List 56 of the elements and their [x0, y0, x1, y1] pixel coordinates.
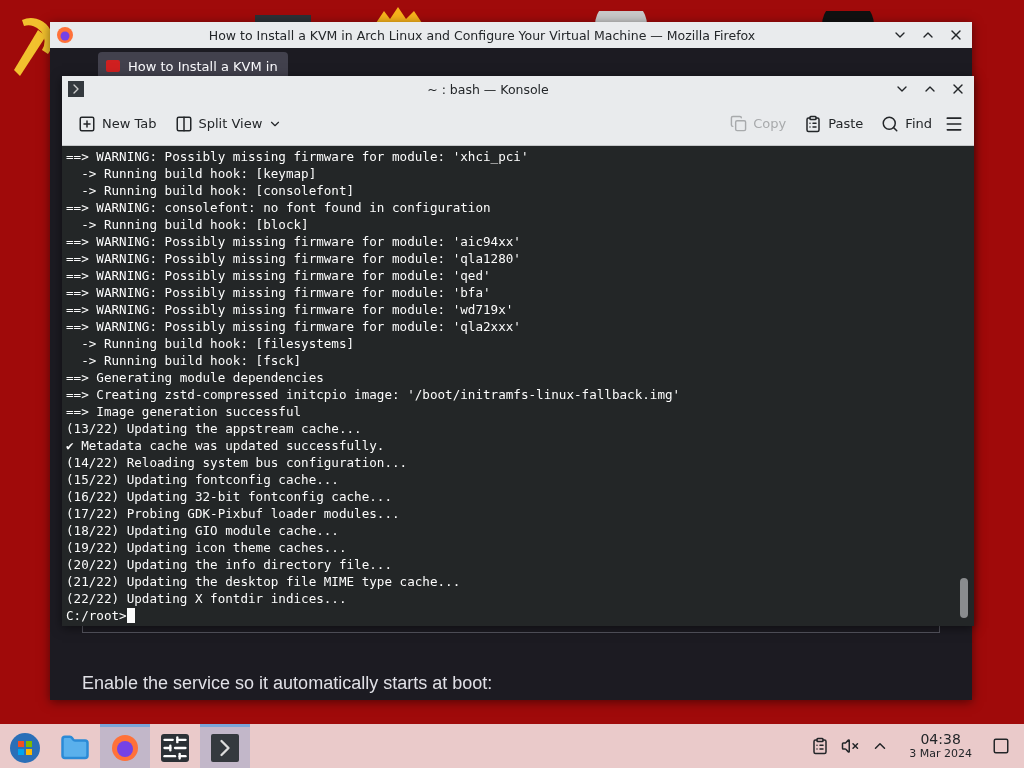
terminal-line: (19/22) Updating icon theme caches...: [66, 539, 348, 556]
terminal-line: (20/22) Updating the info directory file...: [66, 556, 394, 573]
terminal-line: ==> WARNING: Possibly missing firmware for module: 'xhci_pci': [66, 148, 530, 165]
window-title: ~ : bash — Konsole: [426, 81, 550, 97]
sliders-icon: [161, 733, 189, 762]
terminal-line: ==> Generating module dependencies: [66, 369, 325, 386]
terminal-line: (16/22) Updating 32-bit fontconfig cache...: [66, 488, 394, 505]
terminal-line: ==> WARNING: Possibly missing firmware for module: 'wd719x': [66, 301, 515, 318]
taskbar-item[interactable]: [200, 724, 250, 768]
terminal-line: ==> Creating zstd-compressed initcpio image: '/boot/initramfs-linux-fallback.img': [66, 386, 682, 403]
newtab-button[interactable]: New Tab: [72, 110, 163, 137]
scrollbar-thumb[interactable]: [960, 578, 968, 618]
paste-button[interactable]: Paste: [798, 110, 870, 137]
terminal-line: ✔ Metadata cache was updated successfully.: [66, 437, 386, 454]
terminal-line: ==> WARNING: consolefont: no font found in configuration: [66, 199, 492, 216]
start-orb-icon: [9, 731, 41, 764]
terminal-line: ==> WARNING: Possibly missing firmware for module: 'bfa': [66, 284, 492, 301]
terminal-line: (13/22) Updating the appstream cache...: [66, 420, 363, 437]
find-button[interactable]: Find: [875, 110, 938, 137]
favicon-icon: [106, 60, 120, 72]
clock-time[interactable]: 04:38: [920, 732, 961, 747]
new-tab-icon: [78, 114, 96, 133]
browser-icon: [110, 732, 140, 763]
terminal-icon: [211, 733, 239, 762]
clock-date[interactable]: 3 Mar 2024: [909, 747, 972, 760]
search-icon: [881, 114, 900, 133]
text-cursor: [126, 608, 135, 623]
terminal-line: -> Running build hook: [block]: [80, 216, 310, 233]
round-app-icon: [822, 11, 874, 25]
terminal-line: (17/22) Probing GDK-Pixbuf loader modules...: [66, 505, 401, 522]
terminal-icon: [68, 81, 84, 97]
terminal-line: ==> WARNING: Possibly missing firmware for module: 'qla1280': [66, 250, 522, 267]
muted-speaker-icon[interactable]: [841, 737, 860, 755]
paragraph: Enable the service so it automatically starts at boot:: [82, 673, 494, 694]
terminal-line: -> Running build hook: [keymap]: [80, 165, 318, 182]
terminal-line: (22/22) Updating X fontdir indices...: [66, 590, 348, 607]
terminal-line: ==> Image generation successful: [66, 403, 303, 420]
split-view-icon: [174, 114, 193, 133]
clipboard-icon[interactable]: [811, 737, 830, 755]
terminal-line: ==> WARNING: Possibly missing firmware for module: 'qla2xxx': [66, 318, 522, 335]
paste-icon: [804, 114, 823, 133]
terminal-line: ==> WARNING: Possibly missing firmware for module: 'qed': [66, 267, 492, 284]
terminal-line: ==> WARNING: Possibly missing firmware for module: 'aic94xx': [66, 233, 522, 250]
terminal-line: (18/22) Updating GIO module cache...: [66, 522, 340, 539]
show-desktop-icon[interactable]: [992, 737, 1010, 755]
prompt: C:/root>: [66, 607, 127, 624]
window-title: How to Install a KVM in Arch Linux and Configure Your Virtual Machine — Mozilla Firefox: [207, 27, 757, 43]
terminal-line: -> Running build hook: [consolefont]: [80, 182, 356, 199]
terminal-line: -> Running build hook: [fsck]: [80, 352, 303, 369]
browser-icon: [56, 26, 74, 44]
terminal-line: (14/22) Reloading system bus configuration...: [66, 454, 409, 471]
copy-icon: [730, 115, 748, 132]
split-button[interactable]: Split View: [168, 110, 289, 137]
terminal-line: -> Running build hook: [filesystems]: [80, 335, 356, 352]
terminal-line: (21/22) Updating the desktop file MIME type cache...: [66, 573, 462, 590]
terminal-line: (15/22) Updating fontconfig cache...: [66, 471, 340, 488]
